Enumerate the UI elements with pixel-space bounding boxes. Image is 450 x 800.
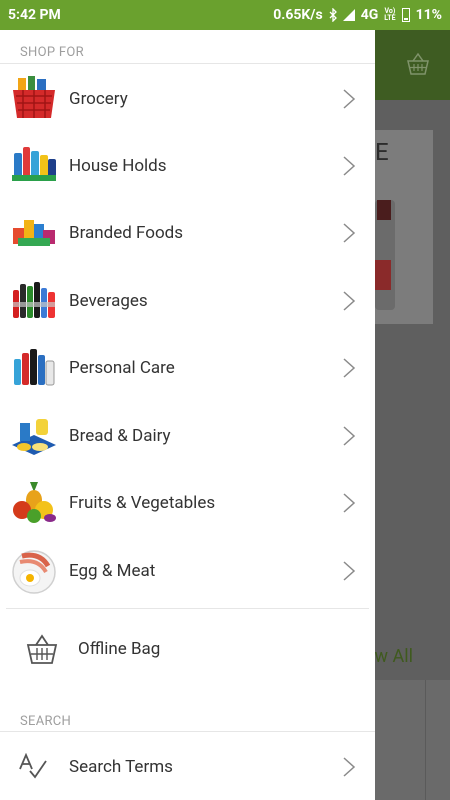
menu-item-branded-foods[interactable]: Branded Foods — [0, 199, 375, 266]
menu-item-bread-dairy[interactable]: Bread & Dairy — [0, 402, 375, 469]
menu-item-fruits-vegetables[interactable]: Fruits & Vegetables — [0, 469, 375, 536]
view-all-link: ew All — [375, 646, 414, 667]
basket-icon — [26, 634, 58, 664]
menu-item-label: House Holds — [69, 155, 167, 176]
bluetooth-icon — [329, 8, 337, 22]
status-bar: 5:42 PM 0.65K/s 4G Vo) LTE 11% — [0, 0, 450, 30]
chevron-right-icon — [343, 89, 356, 109]
chevron-right-icon — [343, 223, 356, 243]
spellcheck-icon — [19, 753, 47, 779]
search-heading: SEARCH — [20, 714, 72, 729]
menu-item-label: Personal Care — [69, 357, 175, 378]
menu-item-grocery[interactable]: Grocery — [0, 65, 375, 132]
background-product-strip — [375, 680, 450, 800]
menu-item-label: Offline Bag — [78, 638, 161, 659]
menu-item-label: Egg & Meat — [69, 560, 156, 581]
menu-item-search-terms[interactable]: Search Terms — [0, 733, 375, 800]
menu-item-beverages[interactable]: Beverages — [0, 267, 375, 334]
chevron-right-icon — [343, 561, 356, 581]
chevron-right-icon — [343, 757, 356, 777]
cart-basket-icon[interactable] — [405, 52, 431, 76]
personal-care-icon — [14, 349, 55, 386]
chevron-right-icon — [343, 156, 356, 176]
menu-item-house-holds[interactable]: House Holds — [0, 132, 375, 199]
background-product-image — [375, 200, 395, 310]
network-type: 4G — [360, 7, 379, 23]
menu-item-label: Fruits & Vegetables — [69, 492, 216, 513]
navigation-drawer: SHOP FOR Grocery House Holds Branded Foo… — [0, 30, 375, 800]
bread-dairy-icon — [12, 419, 56, 455]
menu-item-personal-care[interactable]: Personal Care — [0, 334, 375, 401]
status-indicators: 0.65K/s 4G Vo) LTE 11% — [273, 7, 442, 23]
egg-meat-icon — [12, 550, 56, 594]
fruits-vegetables-icon — [13, 482, 56, 523]
background-app-overlay[interactable]: E ew All — [375, 30, 450, 800]
menu-item-label: Grocery — [69, 88, 128, 109]
background-banner-text: E — [375, 138, 389, 166]
shop-for-heading: SHOP FOR — [20, 45, 84, 60]
beverage-bottles-icon — [13, 282, 55, 318]
chevron-right-icon — [343, 493, 356, 513]
menu-item-label: Branded Foods — [69, 222, 184, 243]
menu-item-label: Beverages — [69, 290, 148, 311]
household-products-icon — [12, 147, 56, 181]
battery-icon — [401, 8, 410, 22]
chevron-right-icon — [343, 358, 356, 378]
network-speed: 0.65K/s — [273, 7, 323, 23]
chevron-right-icon — [343, 291, 356, 311]
menu-item-offline-bag[interactable]: Offline Bag — [0, 615, 375, 682]
menu-item-egg-meat[interactable]: Egg & Meat — [0, 537, 375, 604]
background-app-header — [375, 30, 450, 100]
battery-percent: 11% — [415, 7, 442, 23]
signal-icon — [342, 9, 355, 21]
menu-item-label: Bread & Dairy — [69, 425, 171, 446]
branded-foods-icon — [13, 220, 55, 246]
volte-icon: Vo) LTE — [384, 7, 396, 22]
menu-item-label: Search Terms — [69, 756, 173, 777]
grocery-basket-icon — [13, 76, 55, 118]
status-time: 5:42 PM — [8, 7, 61, 23]
chevron-right-icon — [343, 426, 356, 446]
